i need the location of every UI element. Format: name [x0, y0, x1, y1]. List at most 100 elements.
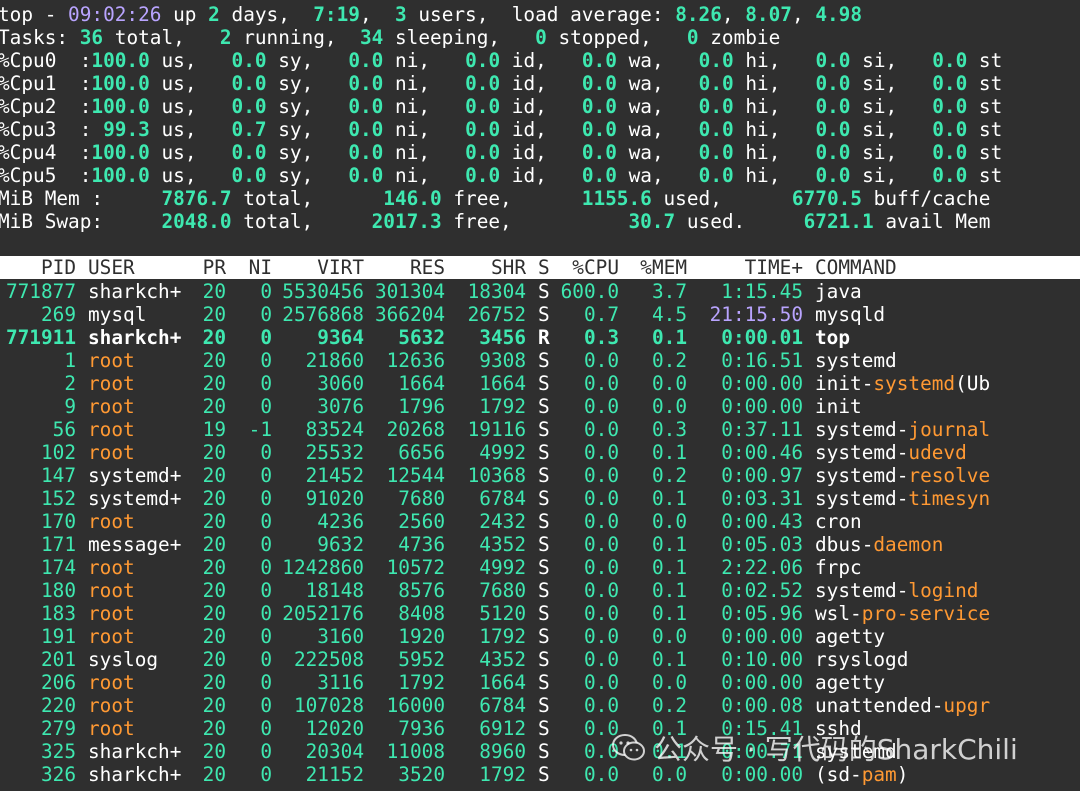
cpu-ni-value: 0.0: [348, 49, 384, 72]
table-row[interactable]: 201 syslog 20 0 222508 5952 4352 S 0.0 0.1 0:10.00…: [0, 648, 1080, 671]
column-header-res[interactable]: RES: [364, 256, 445, 279]
column-header-cmd[interactable]: COMMAND: [815, 256, 1080, 279]
cell-shr: 3456: [479, 326, 526, 349]
table-row[interactable]: 206 root 20 0 3116 1792 1664 S 0.0 0.0 0:00.00 aget…: [0, 671, 1080, 694]
cell-s: S: [538, 441, 550, 464]
cell-cmd: systemd-udevd: [815, 441, 967, 464]
table-row[interactable]: 152 systemd+ 20 0 91020 7680 6784 S 0.0 0.1 0:03.3…: [0, 487, 1080, 510]
cpu-ni-value: 0.0: [348, 141, 384, 164]
cell-res: 301304: [374, 280, 445, 303]
cell-pr: 20: [202, 671, 226, 694]
column-header-pid[interactable]: PID: [0, 256, 76, 279]
cpu-line-1: %Cpu1 :100.0 us, 0.0 sy, 0.0 ni, 0.0 id,…: [0, 72, 1003, 95]
cell-shr: 2432: [479, 510, 526, 533]
table-row[interactable]: 1 root 20 0 21860 12636 9308 S 0.0 0.2 0:16.51 syst…: [0, 349, 1080, 372]
table-row[interactable]: 183 root 20 0 2052176 8408 5120 S 0.0 0.1 0:05.96 w…: [0, 602, 1080, 625]
cpu-st-value: 0.0: [932, 72, 968, 95]
cell-cpu: 0.0: [583, 372, 619, 395]
table-row[interactable]: 326 sharkch+ 20 0 21152 3520 1792 S 0.0 0.0 0:00.0…: [0, 763, 1080, 786]
cell-user: systemd+: [88, 487, 182, 510]
cpu-wa-value: 0.0: [581, 95, 617, 118]
cell-shr: 4992: [479, 556, 526, 579]
cell-pid: 2: [64, 372, 76, 395]
table-row[interactable]: 9 root 20 0 3076 1796 1792 S 0.0 0.0 0:00.00 init: [0, 395, 1080, 418]
cell-user: syslog: [88, 648, 159, 671]
table-row[interactable]: 325 sharkch+ 20 0 20304 11008 8960 S 0.0 0.1 0:00.…: [0, 740, 1080, 763]
cell-user: root: [88, 349, 135, 372]
table-row[interactable]: 220 root 20 0 107028 16000 6784 S 0.0 0.2 0:00.08 u…: [0, 694, 1080, 717]
cell-ni: -1: [248, 418, 272, 441]
terminal-window[interactable]: top - 09:02:26 up 2 days, 7:19, 3 users,…: [0, 0, 1080, 791]
cell-cmd: cron: [815, 510, 862, 533]
cpu-ni-value: 0.0: [348, 118, 384, 141]
cell-s: S: [538, 602, 550, 625]
cell-shr: 4352: [479, 648, 526, 671]
cell-pid: 9: [64, 395, 76, 418]
table-row[interactable]: 171 message+ 20 0 9632 4736 4352 S 0.0 0.1 0:05.03…: [0, 533, 1080, 556]
cell-time: 0:00.46: [721, 441, 803, 464]
column-header-user[interactable]: USER: [88, 256, 198, 279]
cell-virt: 3116: [317, 671, 364, 694]
cpu-id-value: 0.0: [465, 95, 501, 118]
uptime-line: top - 09:02:26 up 2 days, 7:19, 3 users,…: [0, 3, 862, 26]
table-row[interactable]: 102 root 20 0 25532 6656 4992 S 0.0 0.1 0:00.46 sys…: [0, 441, 1080, 464]
cpu-label: %Cpu4 :: [0, 141, 92, 164]
cpu-us-value: 100.0: [91, 164, 150, 187]
column-header-time[interactable]: TIME+: [687, 256, 803, 279]
cell-s: S: [538, 349, 550, 372]
cell-cpu: 0.7: [583, 303, 619, 326]
table-row[interactable]: 56 root 19 -1 83524 20268 19116 S 0.0 0.3 0:37.11 s…: [0, 418, 1080, 441]
process-table-header[interactable]: PID USER PR NI VIRT RES SHR S %CPU %MEM TIME+ COMMA…: [0, 256, 1080, 279]
cell-cmd: systemd: [815, 349, 897, 372]
cell-user: root: [88, 717, 135, 740]
column-header-ni[interactable]: NI: [236, 256, 272, 279]
column-header-pr[interactable]: PR: [190, 256, 226, 279]
cell-time: 0:00.00: [721, 395, 803, 418]
cpu-line-3: %Cpu3 : 99.3 us, 0.7 sy, 0.0 ni, 0.0 id,…: [0, 118, 1003, 141]
cpu-label: %Cpu3 :: [0, 118, 92, 141]
cell-s: S: [538, 648, 550, 671]
cell-pr: 20: [202, 579, 226, 602]
cell-virt: 21152: [305, 763, 364, 786]
table-row[interactable]: 170 root 20 0 4236 2560 2432 S 0.0 0.0 0:00.43 cron: [0, 510, 1080, 533]
cell-pr: 20: [202, 740, 226, 763]
cell-ni: 0: [260, 510, 272, 533]
cell-res: 12544: [386, 464, 445, 487]
cpu-line-0: %Cpu0 :100.0 us, 0.0 sy, 0.0 ni, 0.0 id,…: [0, 49, 1003, 72]
column-header-s[interactable]: S: [538, 256, 552, 279]
table-row[interactable]: 771911 sharkch+ 20 0 9364 5632 3456 R 0.3 0.1 0:00…: [0, 326, 1080, 349]
cell-shr: 6784: [479, 694, 526, 717]
cell-virt: 1242860: [282, 556, 364, 579]
column-header-mem[interactable]: %MEM: [619, 256, 687, 279]
cell-s: S: [538, 671, 550, 694]
cell-cmd: dbus-daemon: [815, 533, 944, 556]
cell-cpu: 0.0: [583, 418, 619, 441]
cell-time: 0:00.00: [721, 763, 803, 786]
cell-virt: 21860: [305, 349, 364, 372]
cell-cpu: 0.0: [583, 556, 619, 579]
column-header-virt[interactable]: VIRT: [280, 256, 364, 279]
uptime-segment: 7:19: [313, 3, 360, 26]
table-row[interactable]: 147 systemd+ 20 0 21452 12544 10368 S 0.0 0.2 0:00…: [0, 464, 1080, 487]
table-row[interactable]: 771877 sharkch+ 20 0 5530456 301304 18304 S 600.…: [0, 280, 1080, 303]
column-header-shr[interactable]: SHR: [445, 256, 526, 279]
table-row[interactable]: 279 root 20 0 12020 7936 6912 S 0.0 0.1 0:15.41 ssh…: [0, 717, 1080, 740]
table-row[interactable]: 2 root 20 0 3060 1664 1664 S 0.0 0.0 0:00.00 init-s…: [0, 372, 1080, 395]
cell-res: 2560: [398, 510, 445, 533]
cell-res: 5952: [398, 648, 445, 671]
table-row[interactable]: 174 root 20 0 1242860 10572 4992 S 0.0 0.1 2:22.06…: [0, 556, 1080, 579]
cell-pr: 20: [202, 694, 226, 717]
table-row[interactable]: 180 root 20 0 18148 8576 7680 S 0.0 0.1 0:02.52 sys…: [0, 579, 1080, 602]
cell-shr: 4352: [479, 533, 526, 556]
table-row[interactable]: 191 root 20 0 3160 1920 1792 S 0.0 0.0 0:00.00 aget…: [0, 625, 1080, 648]
cell-shr: 1792: [479, 763, 526, 786]
column-header-cpu[interactable]: %CPU: [552, 256, 619, 279]
cpu-us-value: 100.0: [91, 49, 150, 72]
cell-cmd: mysqld: [815, 303, 886, 326]
cell-pr: 20: [202, 533, 226, 556]
cell-cpu: 0.3: [583, 326, 619, 349]
cpu-si-value: 0.0: [815, 164, 851, 187]
cpu-hi-value: 0.0: [698, 141, 734, 164]
uptime-segment: days,: [219, 3, 314, 26]
table-row[interactable]: 269 mysql 20 0 2576868 366204 26752 S 0.7 4.5 21:1…: [0, 303, 1080, 326]
